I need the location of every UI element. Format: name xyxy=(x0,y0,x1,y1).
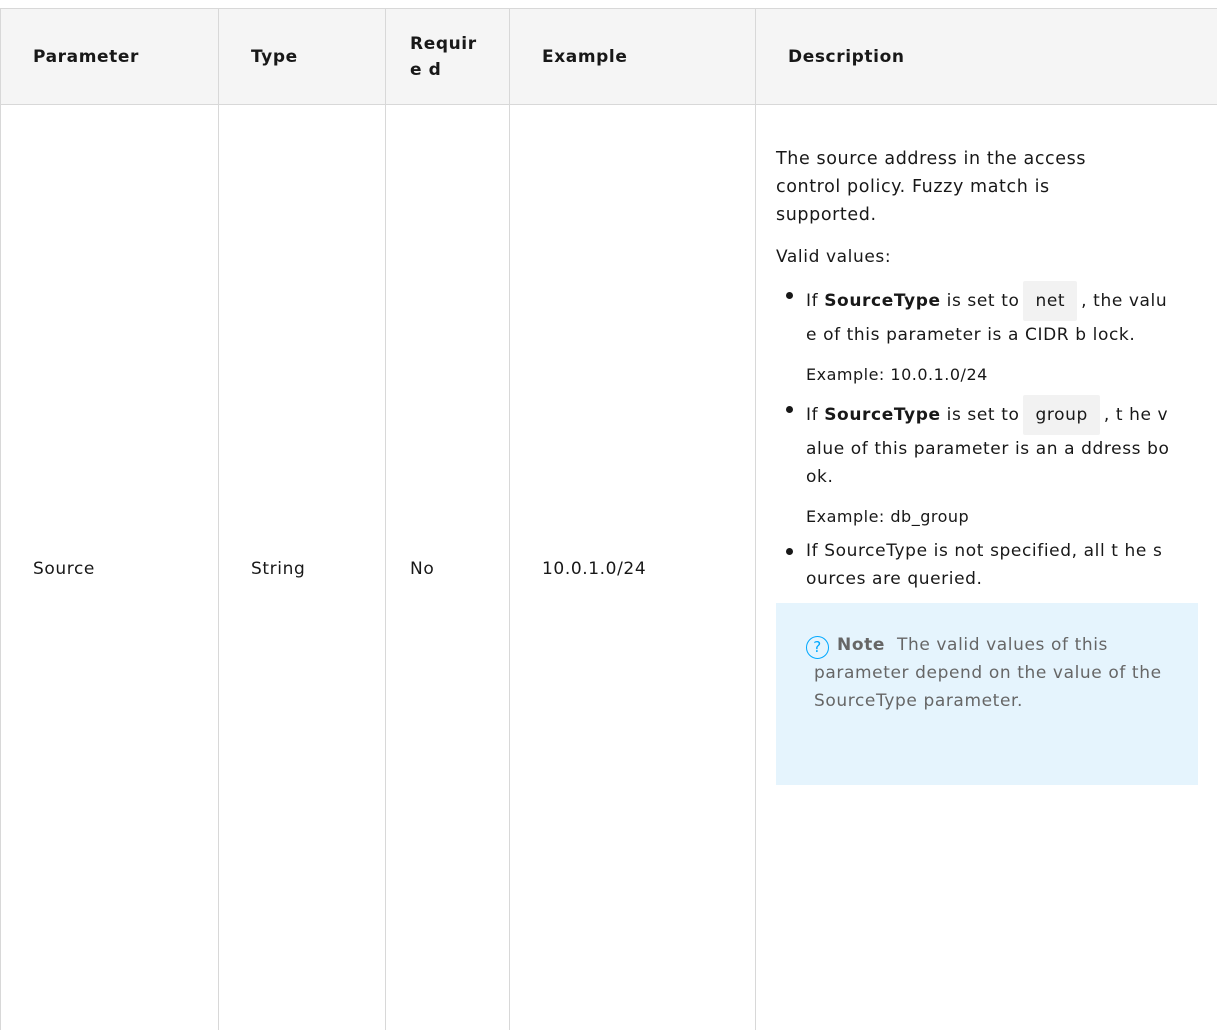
option-middle: is set to xyxy=(946,291,1020,311)
description-intro: The source address in the access control… xyxy=(776,149,1087,225)
option-text: If SourceType is not specified, all t he… xyxy=(806,541,1163,589)
option-prefix: If xyxy=(806,405,819,425)
cell-required: No xyxy=(385,104,510,1030)
header-parameter: Parameter xyxy=(0,8,219,105)
note-label: Note xyxy=(837,635,885,655)
cell-type: String xyxy=(218,104,386,1030)
list-item: If SourceType is set to group, t he value… xyxy=(776,395,1217,531)
cell-parameter: Source xyxy=(0,104,219,1030)
list-item: If SourceType is set to net, the value of… xyxy=(776,281,1217,389)
header-type: Type xyxy=(218,8,386,105)
code-value: net xyxy=(1023,281,1078,321)
option-text: If SourceType is set to net, the value of… xyxy=(806,281,1172,349)
bullet-icon xyxy=(786,548,793,555)
option-prefix: If xyxy=(806,291,819,311)
option-keyword: SourceType xyxy=(824,405,941,425)
list-item: If SourceType is not specified, all t he… xyxy=(776,537,1217,593)
header-required: Require d xyxy=(385,8,510,105)
option-example: Example: 10.0.1.0/24 xyxy=(806,365,988,384)
valid-values-label: Valid values: xyxy=(776,247,892,267)
option-middle: is set to xyxy=(946,405,1020,425)
code-value: group xyxy=(1023,395,1100,435)
valid-values-list: If SourceType is set to net, the value of… xyxy=(776,281,1217,593)
bullet-icon xyxy=(786,406,793,413)
cell-description: The source address in the access control… xyxy=(755,104,1217,1030)
question-circle-icon: ? xyxy=(806,636,829,659)
table-row: Source String No 10.0.1.0/24 The source … xyxy=(0,104,1217,1030)
header-description: Description xyxy=(755,8,1217,105)
parameters-table: Parameter Type Require d Example Descrip… xyxy=(0,8,1217,1030)
table-header-row: Parameter Type Require d Example Descrip… xyxy=(0,8,1217,105)
option-example: Example: db_group xyxy=(806,507,970,526)
page: Parameter Type Require d Example Descrip… xyxy=(0,0,1217,1030)
option-text: If SourceType is set to group, t he value… xyxy=(806,395,1172,491)
cell-example: 10.0.1.0/24 xyxy=(509,104,756,1030)
bullet-icon xyxy=(786,292,793,299)
note-box: ? Note The valid values of this parameter … xyxy=(776,603,1198,785)
header-example: Example xyxy=(509,8,756,105)
option-keyword: SourceType xyxy=(824,291,941,311)
